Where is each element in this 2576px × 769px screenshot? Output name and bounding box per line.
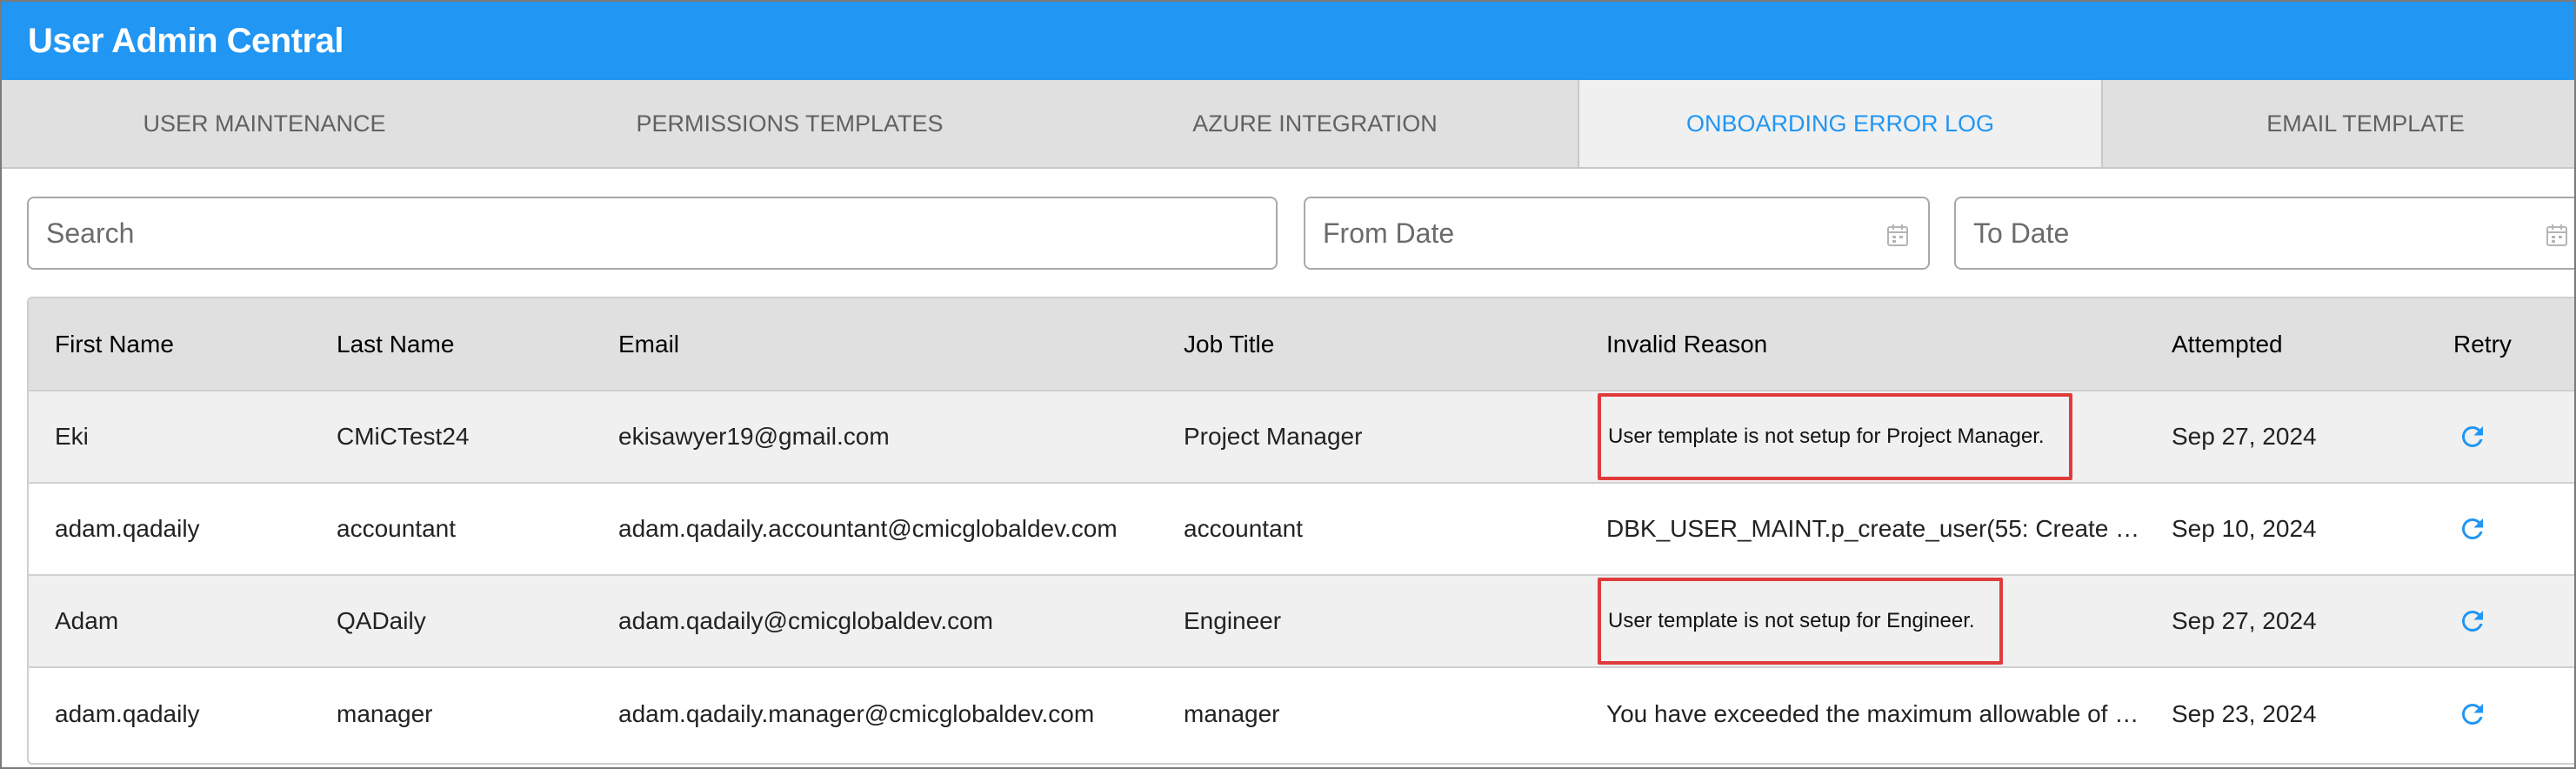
cell-attempted: Sep 27, 2024 [2172, 423, 2317, 450]
table-row[interactable]: adam.qadaily accountant adam.qadaily.acc… [29, 483, 2574, 575]
column-header-invalid-reason[interactable]: Invalid Reason [1580, 298, 2146, 391]
calendar-icon[interactable] [1886, 223, 1909, 247]
cell-retry [2427, 575, 2574, 667]
from-date-field [1304, 197, 1930, 270]
cell-invalid-reason: You have exceeded the maximum allowable … [1580, 667, 2146, 759]
column-header-last-name[interactable]: Last Name [310, 298, 592, 391]
cell-retry [2427, 667, 2574, 759]
cell-email: ekisawyer19@gmail.com [618, 423, 890, 450]
column-header-first-name[interactable]: First Name [29, 298, 310, 391]
cell-first-name: Adam [55, 607, 119, 634]
cell-job-title: manager [1184, 699, 1280, 727]
app-header: User Admin Central [2, 2, 2574, 80]
tab-bar: USER MAINTENANCE PERMISSIONS TEMPLATES A… [2, 80, 2574, 169]
table-row[interactable]: Eki CMiCTest24 ekisawyer19@gmail.com Pro… [29, 391, 2574, 483]
refresh-icon[interactable] [2457, 699, 2488, 730]
search-field [27, 197, 1278, 270]
tab-azure-integration[interactable]: AZURE INTEGRATION [1052, 80, 1578, 167]
tab-email-template[interactable]: EMAIL TEMPLATE [2103, 80, 2574, 167]
user-admin-app: User Admin Central USER MAINTENANCE PERM… [0, 0, 2576, 769]
cell-job-title: accountant [1184, 515, 1303, 542]
highlighted-reason: User template is not setup for Engineer. [1598, 578, 2003, 665]
cell-invalid-reason: User template is not setup for Project M… [1580, 391, 2146, 483]
cell-email: adam.qadaily.manager@cmicglobaldev.com [618, 699, 1095, 727]
cell-job-title: Engineer [1184, 607, 1282, 634]
app-title: User Admin Central [28, 21, 344, 60]
cell-last-name: accountant [337, 515, 456, 542]
refresh-icon[interactable] [2457, 513, 2488, 545]
reason-text: You have exceeded the maximum allowable … [1606, 699, 2145, 727]
error-log-table: First Name Last Name Email Job Title Inv… [27, 297, 2574, 765]
cell-last-name: CMiCTest24 [337, 423, 470, 450]
cell-first-name: Eki [55, 423, 89, 450]
highlighted-reason: User template is not setup for Project M… [1598, 393, 2072, 480]
table-row[interactable]: adam.qadaily manager adam.qadaily.manage… [29, 667, 2574, 759]
search-input[interactable] [29, 198, 1276, 268]
cell-attempted: Sep 27, 2024 [2172, 607, 2317, 634]
cell-last-name: QADaily [337, 607, 426, 634]
cell-first-name: adam.qadaily [55, 515, 200, 542]
column-header-email[interactable]: Email [592, 298, 1158, 391]
cell-invalid-reason: DBK_USER_MAINT.p_create_user(55: Create … [1580, 483, 2146, 575]
tab-user-maintenance[interactable]: USER MAINTENANCE [2, 80, 527, 167]
cell-attempted: Sep 23, 2024 [2172, 699, 2317, 727]
to-date-field [1954, 197, 2574, 270]
cell-last-name: manager [337, 699, 433, 727]
cell-retry [2427, 483, 2574, 575]
refresh-icon[interactable] [2457, 605, 2488, 637]
cell-attempted: Sep 10, 2024 [2172, 515, 2317, 542]
to-date-input[interactable] [1956, 198, 2574, 268]
calendar-icon[interactable] [2546, 223, 2568, 247]
column-header-attempted[interactable]: Attempted [2146, 298, 2427, 391]
column-header-retry: Retry [2453, 330, 2512, 358]
column-header-job-title[interactable]: Job Title [1158, 298, 1580, 391]
cell-job-title: Project Manager [1184, 423, 1363, 450]
cell-email: adam.qadaily.accountant@cmicglobaldev.co… [618, 515, 1118, 542]
reason-text: DBK_USER_MAINT.p_create_user(55: Create … [1606, 515, 2145, 542]
from-date-input[interactable] [1305, 198, 1928, 268]
cell-email: adam.qadaily@cmicglobaldev.com [618, 607, 993, 634]
table-header-row: First Name Last Name Email Job Title Inv… [29, 298, 2574, 391]
filter-bar [27, 197, 2574, 270]
cell-invalid-reason: User template is not setup for Engineer. [1580, 575, 2146, 667]
refresh-icon[interactable] [2457, 421, 2488, 452]
cell-first-name: adam.qadaily [55, 699, 200, 727]
tab-permissions-templates[interactable]: PERMISSIONS TEMPLATES [527, 80, 1052, 167]
table-row[interactable]: Adam QADaily adam.qadaily@cmicglobaldev.… [29, 575, 2574, 667]
cell-retry [2427, 391, 2574, 483]
tab-onboarding-error-log[interactable]: ONBOARDING ERROR LOG [1578, 80, 2103, 167]
